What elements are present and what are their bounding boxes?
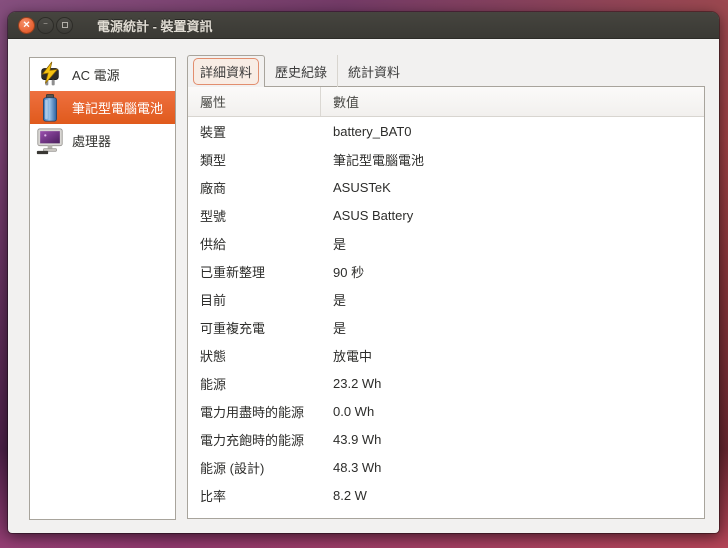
table-row[interactable]: 已重新整理 90 秒	[188, 257, 704, 285]
column-header-attribute[interactable]: 屬性	[188, 87, 321, 116]
table-row[interactable]: 廠商 ASUSTeK	[188, 173, 704, 201]
minimize-button[interactable]: −	[37, 16, 54, 34]
value-cell: ASUSTeK	[333, 179, 391, 195]
table-header: 屬性 數值	[188, 87, 704, 117]
table-row[interactable]: 供給 是	[188, 229, 704, 257]
table-row[interactable]: 能源 (設計) 48.3 Wh	[188, 453, 704, 481]
attribute-cell: 目前	[200, 292, 227, 308]
attribute-cell: 供給	[200, 236, 227, 252]
attribute-cell: 裝置	[200, 124, 227, 140]
close-button[interactable]: ✕	[18, 16, 35, 34]
sidebar-item-processor[interactable]: 處理器	[30, 124, 175, 157]
tab-details-label: 詳細資料	[193, 58, 260, 85]
table-row[interactable]: 類型 筆記型電腦電池	[188, 145, 704, 173]
device-list: AC 電源 筆記型電腦電池 處理器	[29, 57, 176, 520]
details-notebook: 詳細資料 歷史紀錄 統計資料 屬性 數值 裝置 battery_BAT0 類型	[187, 55, 705, 519]
column-header-value[interactable]: 數值	[321, 87, 704, 116]
ac-power-icon	[41, 61, 59, 85]
power-statistics-window: ✕ − 電源統計 - 裝置資訊 AC 電源 筆記型電腦電池 處理器 詳細資料 歷…	[8, 12, 719, 533]
table-row[interactable]: 裝置 battery_BAT0	[188, 117, 704, 145]
attribute-cell: 類型	[200, 152, 227, 168]
table-row[interactable]: 狀態 放電中	[188, 341, 704, 369]
attribute-cell: 型號	[200, 208, 227, 224]
attribute-cell: 可重複充電	[200, 320, 266, 336]
tab-history[interactable]: 歷史紀錄	[265, 55, 337, 87]
attribute-cell: 能源	[200, 376, 227, 392]
attribute-cell: 狀態	[200, 348, 227, 364]
sidebar-item-label: 處理器	[72, 134, 112, 149]
value-cell: 48.3 Wh	[333, 459, 382, 475]
attribute-cell: 廠商	[200, 180, 227, 196]
minimize-icon: −	[43, 19, 48, 28]
maximize-icon	[61, 22, 68, 28]
attribute-cell: 電力用盡時的能源	[200, 404, 305, 420]
details-frame: 屬性 數值 裝置 battery_BAT0 類型 筆記型電腦電池 廠商 ASUS…	[187, 86, 705, 519]
attribute-cell: 能源 (設計)	[200, 460, 265, 476]
table-row[interactable]: 型號 ASUS Battery	[188, 201, 704, 229]
processor-icon	[36, 127, 63, 154]
close-icon: ✕	[22, 19, 31, 29]
table-row[interactable]: 電力用盡時的能源 0.0 Wh	[188, 397, 704, 425]
tab-details[interactable]: 詳細資料	[187, 55, 266, 87]
attribute-cell: 比率	[200, 488, 227, 504]
table-row[interactable]: 能源 23.2 Wh	[188, 369, 704, 397]
attribute-cell: 電力充飽時的能源	[200, 432, 305, 448]
sidebar-item-ac-power[interactable]: AC 電源	[30, 58, 175, 91]
table-row[interactable]: 可重複充電 是	[188, 313, 704, 341]
table-row[interactable]: 目前 是	[188, 285, 704, 313]
tab-statistics[interactable]: 統計資料	[337, 55, 410, 87]
sidebar-item-label: 筆記型電腦電池	[72, 101, 164, 116]
table-row[interactable]: 比率 8.2 W	[188, 481, 704, 509]
table-body: 裝置 battery_BAT0 類型 筆記型電腦電池 廠商 ASUSTeK 型號…	[188, 117, 704, 509]
value-cell: 筆記型電腦電池	[333, 152, 425, 168]
value-cell: 8.2 W	[333, 487, 367, 503]
attribute-cell: 已重新整理	[200, 264, 266, 280]
value-cell: 43.9 Wh	[333, 431, 382, 447]
table-row[interactable]: 電力充飽時的能源 43.9 Wh	[188, 425, 704, 453]
tab-bar: 詳細資料 歷史紀錄 統計資料	[187, 55, 705, 87]
value-cell: 是	[333, 320, 347, 336]
window-title: 電源統計 - 裝置資訊	[97, 18, 213, 34]
value-cell: 23.2 Wh	[333, 375, 382, 391]
sidebar-item-laptop-battery[interactable]: 筆記型電腦電池	[30, 91, 175, 124]
tab-history-label: 歷史紀錄	[275, 64, 328, 80]
value-cell: battery_BAT0	[333, 123, 412, 139]
titlebar: ✕ − 電源統計 - 裝置資訊	[8, 12, 719, 39]
value-cell: 90 秒	[333, 264, 365, 280]
value-cell: ASUS Battery	[333, 207, 414, 223]
tab-statistics-label: 統計資料	[348, 64, 401, 80]
value-cell: 是	[333, 292, 347, 308]
value-cell: 是	[333, 236, 347, 252]
sidebar-item-label: AC 電源	[72, 68, 120, 83]
laptop-battery-icon	[43, 93, 57, 121]
value-cell: 0.0 Wh	[333, 403, 375, 419]
maximize-button[interactable]	[56, 16, 73, 34]
value-cell: 放電中	[333, 348, 373, 364]
